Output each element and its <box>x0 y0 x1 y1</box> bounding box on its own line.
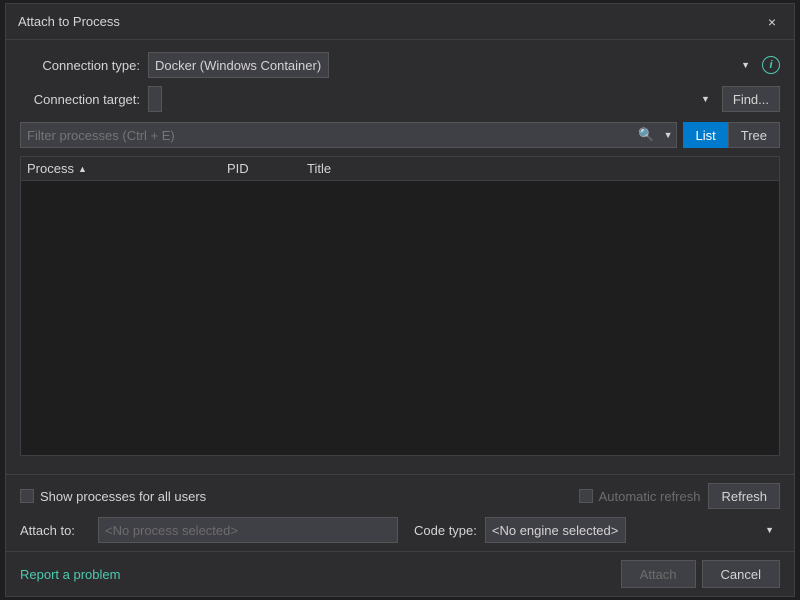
toolbar-row: 🔍 ▼ List Tree <box>20 122 780 148</box>
connection-type-select-wrapper: Docker (Windows Container)DefaultRemote … <box>148 52 756 78</box>
attach-to-process-dialog: Attach to Process × Connection type: Doc… <box>5 3 795 597</box>
process-table: Process ▲ PID Title <box>20 156 780 456</box>
code-type-select[interactable]: <No engine selected>AutomaticManaged (.N… <box>485 517 626 543</box>
cancel-button[interactable]: Cancel <box>702 560 780 588</box>
connection-target-select[interactable] <box>148 86 162 112</box>
auto-refresh-label[interactable]: Automatic refresh <box>579 489 701 504</box>
process-column-header[interactable]: Process ▲ <box>27 161 227 176</box>
footer-row: Report a problem Attach Cancel <box>6 551 794 596</box>
title-bar: Attach to Process × <box>6 4 794 40</box>
dialog-content: Connection type: Docker (Windows Contain… <box>6 40 794 474</box>
connection-type-row: Connection type: Docker (Windows Contain… <box>20 52 780 78</box>
close-button[interactable]: × <box>762 12 782 32</box>
table-header: Process ▲ PID Title <box>21 157 779 181</box>
tree-view-button[interactable]: Tree <box>728 122 780 148</box>
filter-container: 🔍 ▼ <box>20 122 677 148</box>
right-options: Automatic refresh Refresh <box>579 483 780 509</box>
connection-target-container: Find... <box>148 86 780 112</box>
process-list <box>21 181 779 455</box>
attach-to-label: Attach to: <box>20 523 90 538</box>
find-button[interactable]: Find... <box>722 86 780 112</box>
attach-to-row: Attach to: Code type: <No engine selecte… <box>20 517 780 543</box>
search-dropdown-arrow[interactable]: ▼ <box>664 130 673 140</box>
show-all-users-label[interactable]: Show processes for all users <box>20 489 206 504</box>
options-row: Show processes for all users Automatic r… <box>20 483 780 509</box>
show-all-users-checkbox[interactable] <box>20 489 34 503</box>
pid-column-header[interactable]: PID <box>227 161 307 176</box>
info-icon[interactable]: i <box>762 56 780 74</box>
filter-input[interactable] <box>20 122 677 148</box>
connection-type-label: Connection type: <box>20 58 140 73</box>
sort-indicator: ▲ <box>78 164 87 174</box>
attach-action-button[interactable]: Attach <box>621 560 696 588</box>
code-type-select-wrapper: <No engine selected>AutomaticManaged (.N… <box>485 517 780 543</box>
bottom-section: Show processes for all users Automatic r… <box>6 474 794 551</box>
dialog-title: Attach to Process <box>18 14 120 29</box>
connection-target-select-wrapper <box>148 86 716 112</box>
list-view-button[interactable]: List <box>683 122 728 148</box>
action-buttons: Attach Cancel <box>621 560 780 588</box>
auto-refresh-checkbox[interactable] <box>579 489 593 503</box>
refresh-button[interactable]: Refresh <box>708 483 780 509</box>
code-type-label: Code type: <box>414 523 477 538</box>
connection-type-select[interactable]: Docker (Windows Container)DefaultRemote … <box>148 52 329 78</box>
search-icon: 🔍 <box>638 127 654 143</box>
attach-to-input[interactable] <box>98 517 398 543</box>
connection-target-label: Connection target: <box>20 92 140 107</box>
view-buttons: List Tree <box>683 122 780 148</box>
connection-type-container: Docker (Windows Container)DefaultRemote … <box>148 52 780 78</box>
report-problem-link[interactable]: Report a problem <box>20 567 120 582</box>
connection-target-row: Connection target: Find... <box>20 86 780 112</box>
title-column-header[interactable]: Title <box>307 161 773 176</box>
